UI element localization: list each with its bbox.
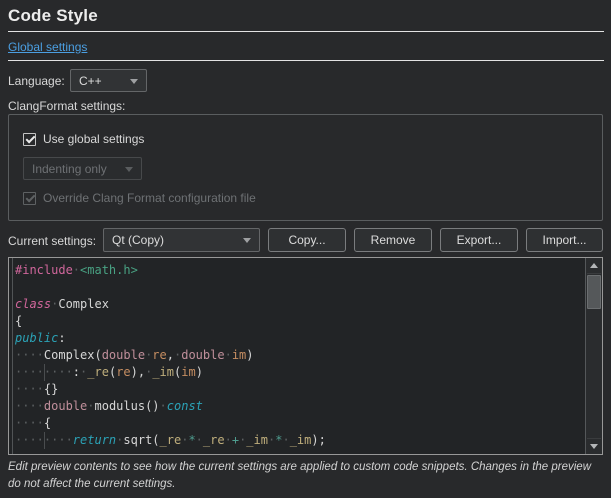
code-line: ····Complex(double·re,·double·im) (15, 347, 585, 364)
chevron-down-icon (125, 167, 133, 172)
checkbox-check-icon (23, 133, 36, 146)
code-line: #include·<math.h> (15, 262, 585, 279)
checkbox-check-icon (23, 192, 36, 205)
indenting-mode-combo[interactable]: Indenting only (23, 157, 142, 180)
arrow-down-icon (590, 444, 598, 449)
code-line (15, 279, 585, 296)
scroll-down-button[interactable] (587, 438, 601, 454)
use-global-settings-checkbox[interactable]: Use global settings (23, 132, 144, 146)
code-area[interactable]: #include·<math.h> class·Complex{public:·… (9, 258, 585, 454)
override-clangformat-label: Override Clang Format configuration file (43, 191, 256, 205)
arrow-up-icon (590, 263, 598, 268)
indent-guide (44, 432, 45, 449)
scroll-up-button[interactable] (587, 258, 601, 274)
code-line: public: (15, 330, 585, 347)
link-divider (8, 60, 604, 61)
current-settings-value: Qt (Copy) (112, 233, 164, 247)
language-combo-value: C++ (79, 74, 102, 88)
indenting-mode-value: Indenting only (32, 162, 107, 176)
clangformat-label: ClangFormat settings: (8, 99, 125, 113)
override-clangformat-checkbox[interactable]: Override Clang Format configuration file (23, 191, 256, 205)
code-line: class·Complex (15, 296, 585, 313)
code-preview-editor[interactable]: #include·<math.h> class·Complex{public:·… (8, 257, 603, 455)
chevron-down-icon (130, 79, 138, 84)
copy-button[interactable]: Copy... (268, 228, 346, 252)
global-settings-link[interactable]: Global settings (8, 40, 87, 54)
use-global-settings-label: Use global settings (43, 132, 144, 146)
code-line: ········return·sqrt(_re·*·_re·+·_im·*·_i… (15, 432, 585, 449)
code-line: ····{} (15, 381, 585, 398)
title-divider (8, 31, 604, 32)
scrollbar-thumb[interactable] (587, 275, 601, 309)
code-line: ····{ (15, 415, 585, 432)
current-settings-combo[interactable]: Qt (Copy) (103, 228, 260, 252)
code-line: ····double·modulus()·const (15, 398, 585, 415)
import-button[interactable]: Import... (526, 228, 603, 252)
code-line: { (15, 313, 585, 330)
current-settings-label: Current settings: (8, 234, 96, 248)
footer-note: Edit preview contents to see how the cur… (8, 459, 602, 492)
clangformat-groupbox: Use global settings Indenting only Overr… (8, 114, 603, 221)
code-line: ········:·_re(re),·_im(im) (15, 364, 585, 381)
chevron-down-icon (243, 238, 251, 243)
remove-button[interactable]: Remove (354, 228, 432, 252)
export-button[interactable]: Export... (440, 228, 518, 252)
language-combo[interactable]: C++ (70, 69, 147, 92)
page-title: Code Style (8, 6, 98, 26)
indent-guide (44, 364, 45, 381)
language-label: Language: (8, 74, 65, 88)
vertical-scrollbar[interactable] (585, 258, 602, 454)
